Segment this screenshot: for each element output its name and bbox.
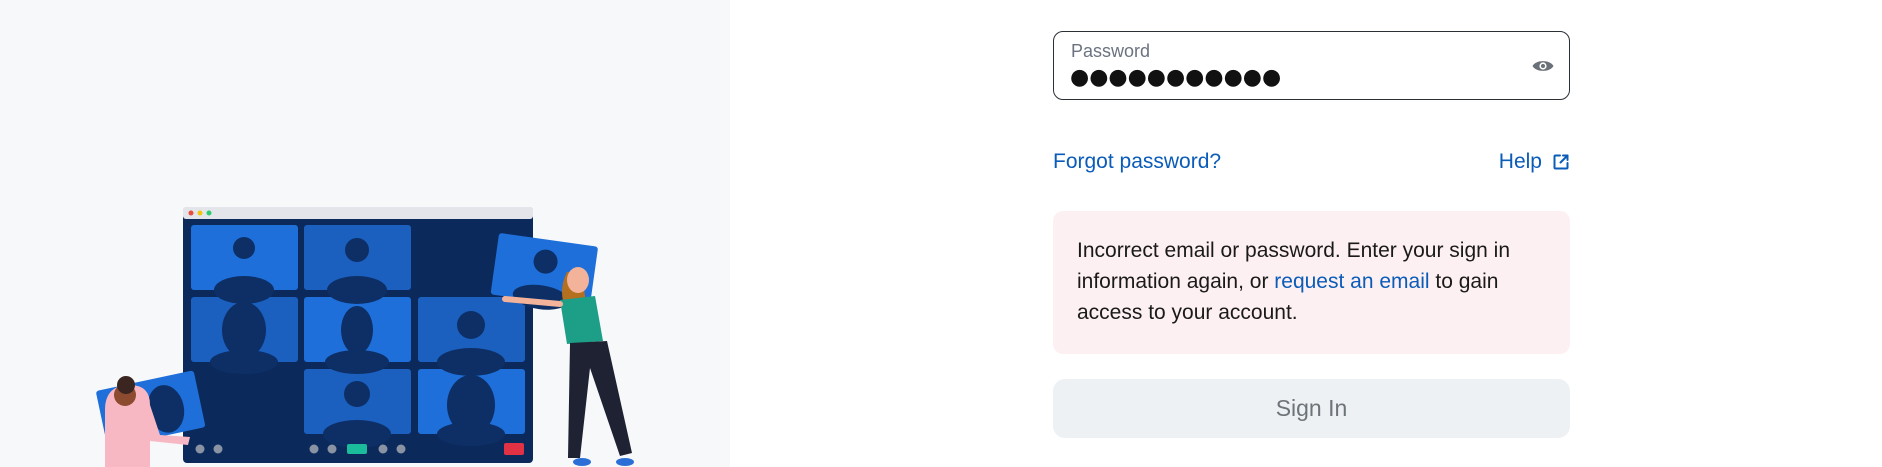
password-value[interactable]: ●●●●●●●●●●● — [1070, 65, 1281, 90]
request-email-link[interactable]: request an email — [1274, 270, 1429, 293]
password-label: Password — [1071, 41, 1151, 61]
links-row: Forgot password? Help — [1053, 150, 1570, 180]
forgot-password-link[interactable]: Forgot password? — [1053, 150, 1221, 174]
password-field[interactable]: Password ●●●●●●●●●●● — [1053, 31, 1570, 100]
error-message: Incorrect email or password. Enter your … — [1053, 211, 1570, 354]
external-link-icon — [1552, 153, 1570, 171]
video-meeting-illustration — [96, 207, 634, 467]
help-link-label: Help — [1498, 150, 1542, 173]
help-link[interactable]: Help — [1499, 150, 1570, 174]
eye-icon[interactable] — [1531, 54, 1555, 78]
illustration-panel — [0, 0, 730, 467]
sign-in-button[interactable]: Sign In — [1053, 379, 1570, 438]
